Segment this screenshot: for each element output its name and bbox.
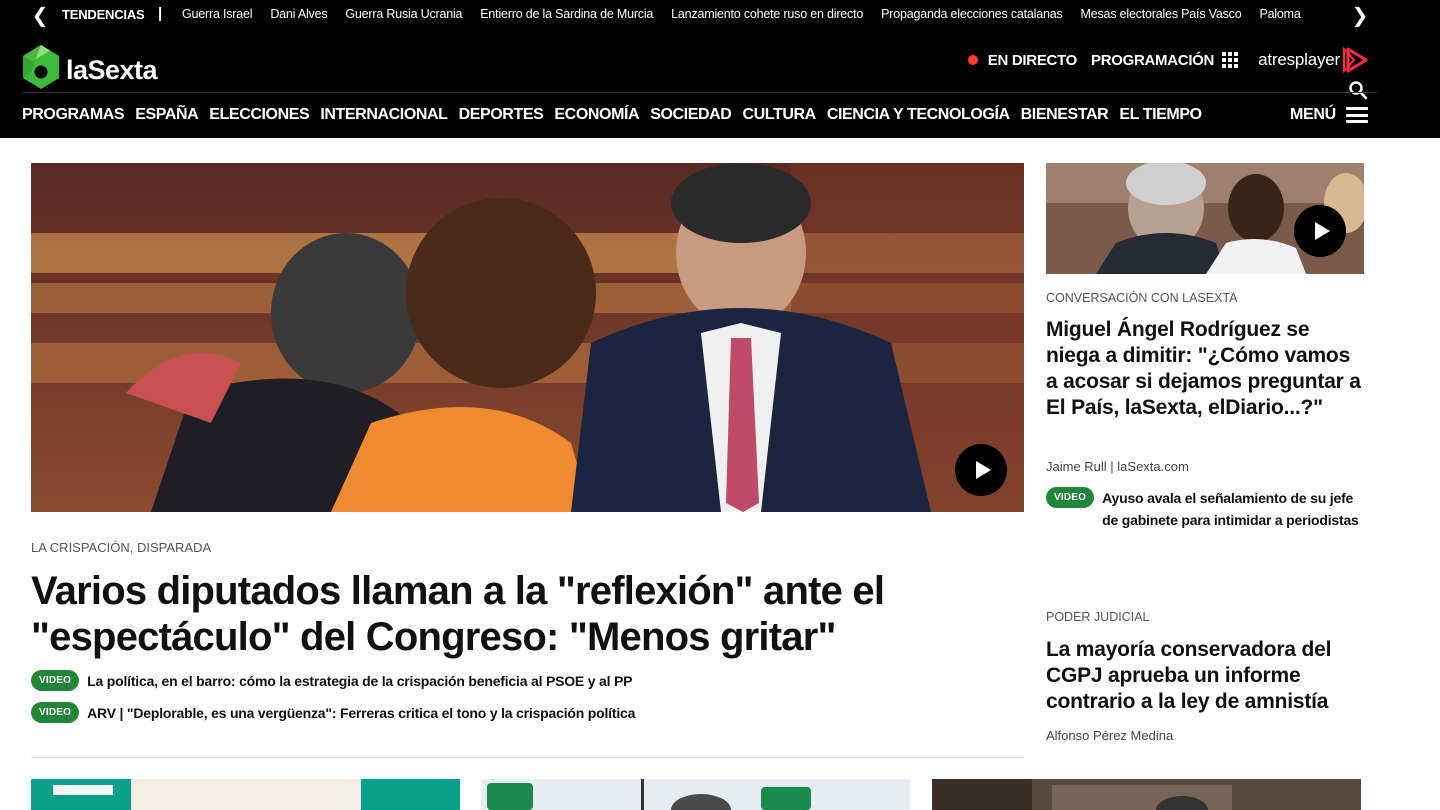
thumbnail-photo <box>481 779 910 810</box>
article-thumbnail[interactable] <box>31 779 460 810</box>
nav-item-el-tiempo[interactable]: EL TIEMPO <box>1119 106 1202 124</box>
sidebar-headline[interactable]: Miguel Ángel Rodríguez se niega a dimiti… <box>1046 317 1366 421</box>
hamburger-icon <box>1345 107 1368 123</box>
author-byline: Jaime Rull | laSexta.com <box>1046 459 1189 474</box>
trending-label: TENDENCIAS <box>62 7 145 22</box>
site-header: laSexta EN DIRECTO PROGRAMACIÓN atrespla… <box>0 30 1440 138</box>
hero-image[interactable] <box>31 163 1024 512</box>
chevron-right-icon[interactable]: ❯ <box>1350 4 1370 27</box>
video-badge: VIDEO <box>31 702 80 723</box>
section-divider <box>31 757 1024 758</box>
trending-item[interactable]: Mesas electorales País Vasco <box>1081 7 1242 21</box>
nav-item-sociedad[interactable]: SOCIEDAD <box>650 106 732 124</box>
sidebar-related-link[interactable]: VIDEO Ayuso avala el señalamiento de su … <box>1046 487 1376 531</box>
video-badge: VIDEO <box>1046 487 1095 508</box>
nav-item-internacional[interactable]: INTERNACIONAL <box>320 106 448 124</box>
atresplayer-label: atresplayer <box>1258 50 1340 69</box>
trending-item[interactable]: Propaganda elecciones catalanas <box>881 7 1063 21</box>
sidebar-headline[interactable]: La mayoría conservadora del CGPJ aprueba… <box>1046 637 1366 715</box>
trending-item[interactable]: Guerra Rusia Ucrania <box>345 7 462 21</box>
sidebar-play-button[interactable] <box>1294 205 1346 257</box>
nav-item-espana[interactable]: ESPAÑA <box>135 106 198 124</box>
sidebar-image[interactable] <box>1046 163 1364 274</box>
author-byline: Alfonso Pérez Medina <box>1046 728 1174 743</box>
nav-item-ciencia[interactable]: CIENCIA Y TECNOLOGÍA <box>827 106 1010 124</box>
lasexta-logo-icon <box>23 45 59 89</box>
hero-play-button[interactable] <box>955 444 1007 496</box>
search-button[interactable] <box>1348 80 1368 100</box>
sidebar-related-text: Ayuso avala el señalamiento de su jefe d… <box>1102 490 1359 528</box>
menu-label: MENÚ <box>1290 106 1336 123</box>
site-logo[interactable]: laSexta <box>22 44 158 90</box>
article-thumbnail[interactable] <box>932 779 1361 810</box>
hero-photo <box>31 163 1024 512</box>
thumbnail-photo <box>932 779 1361 810</box>
trending-item[interactable]: Dani Alves <box>270 7 327 21</box>
nav-item-economia[interactable]: ECONOMÍA <box>554 106 639 124</box>
grid-icon[interactable] <box>1222 52 1239 68</box>
nav-item-cultura[interactable]: CULTURA <box>742 106 816 124</box>
related-link[interactable]: VIDEO ARV | "Deplorable, es una vergüenz… <box>31 702 635 723</box>
thumbnail-photo <box>31 779 460 810</box>
logo-text: laSexta <box>66 54 158 85</box>
trending-item[interactable]: Paloma <box>1259 7 1300 21</box>
nav-item-bienestar[interactable]: BIENESTAR <box>1021 106 1109 124</box>
programacion-link[interactable]: PROGRAMACIÓN <box>1091 52 1214 69</box>
sidebar-kicker[interactable]: CONVERSACIÓN CON LASEXTA <box>1046 291 1237 305</box>
live-link[interactable]: EN DIRECTO <box>988 52 1078 69</box>
header-divider <box>22 92 1377 93</box>
nav-item-deportes[interactable]: DEPORTES <box>459 106 544 124</box>
related-link[interactable]: VIDEO La política, en el barro: cómo la … <box>31 670 632 691</box>
trending-list: Guerra Israel Dani Alves Guerra Rusia Ucra… <box>182 7 1342 25</box>
related-link-text: La política, en el barro: cómo la estrat… <box>87 672 633 689</box>
atresplayer-link[interactable]: atresplayer <box>1258 47 1368 73</box>
atresplayer-logo-icon <box>1343 47 1368 73</box>
menu-button[interactable]: MENÚ <box>1290 106 1368 124</box>
trending-item[interactable]: Lanzamiento cohete ruso en directo <box>671 7 863 21</box>
article-thumbnail[interactable] <box>481 779 910 810</box>
trending-item[interactable]: Entierro de la Sardina de Murcia <box>480 7 653 21</box>
chevron-left-icon[interactable]: ❮ <box>30 4 50 27</box>
related-link-text: ARV | "Deplorable, es una vergüenza": Fe… <box>87 704 636 721</box>
search-icon <box>1349 81 1368 100</box>
trending-separator: | <box>158 5 163 22</box>
trending-item[interactable]: Guerra Israel <box>182 7 253 21</box>
live-dot-icon <box>967 55 978 65</box>
main-nav: PROGRAMAS ESPAÑA ELECCIONES INTERNACIONA… <box>22 106 1213 124</box>
main-kicker[interactable]: LA CRISPACIÓN, DISPARADA <box>31 540 211 555</box>
nav-item-programas[interactable]: PROGRAMAS <box>22 106 125 124</box>
sidebar-kicker[interactable]: PODER JUDICIAL <box>1046 610 1150 624</box>
header-actions: EN DIRECTO PROGRAMACIÓN atresplayer <box>967 47 1368 73</box>
main-headline[interactable]: Varios diputados llaman a la "reflexión"… <box>31 568 1021 660</box>
video-badge: VIDEO <box>31 670 80 691</box>
trending-bar: ❮ TENDENCIAS | Guerra Israel Dani Alves Gu… <box>0 0 1440 30</box>
nav-item-elecciones[interactable]: ELECCIONES <box>209 106 309 124</box>
